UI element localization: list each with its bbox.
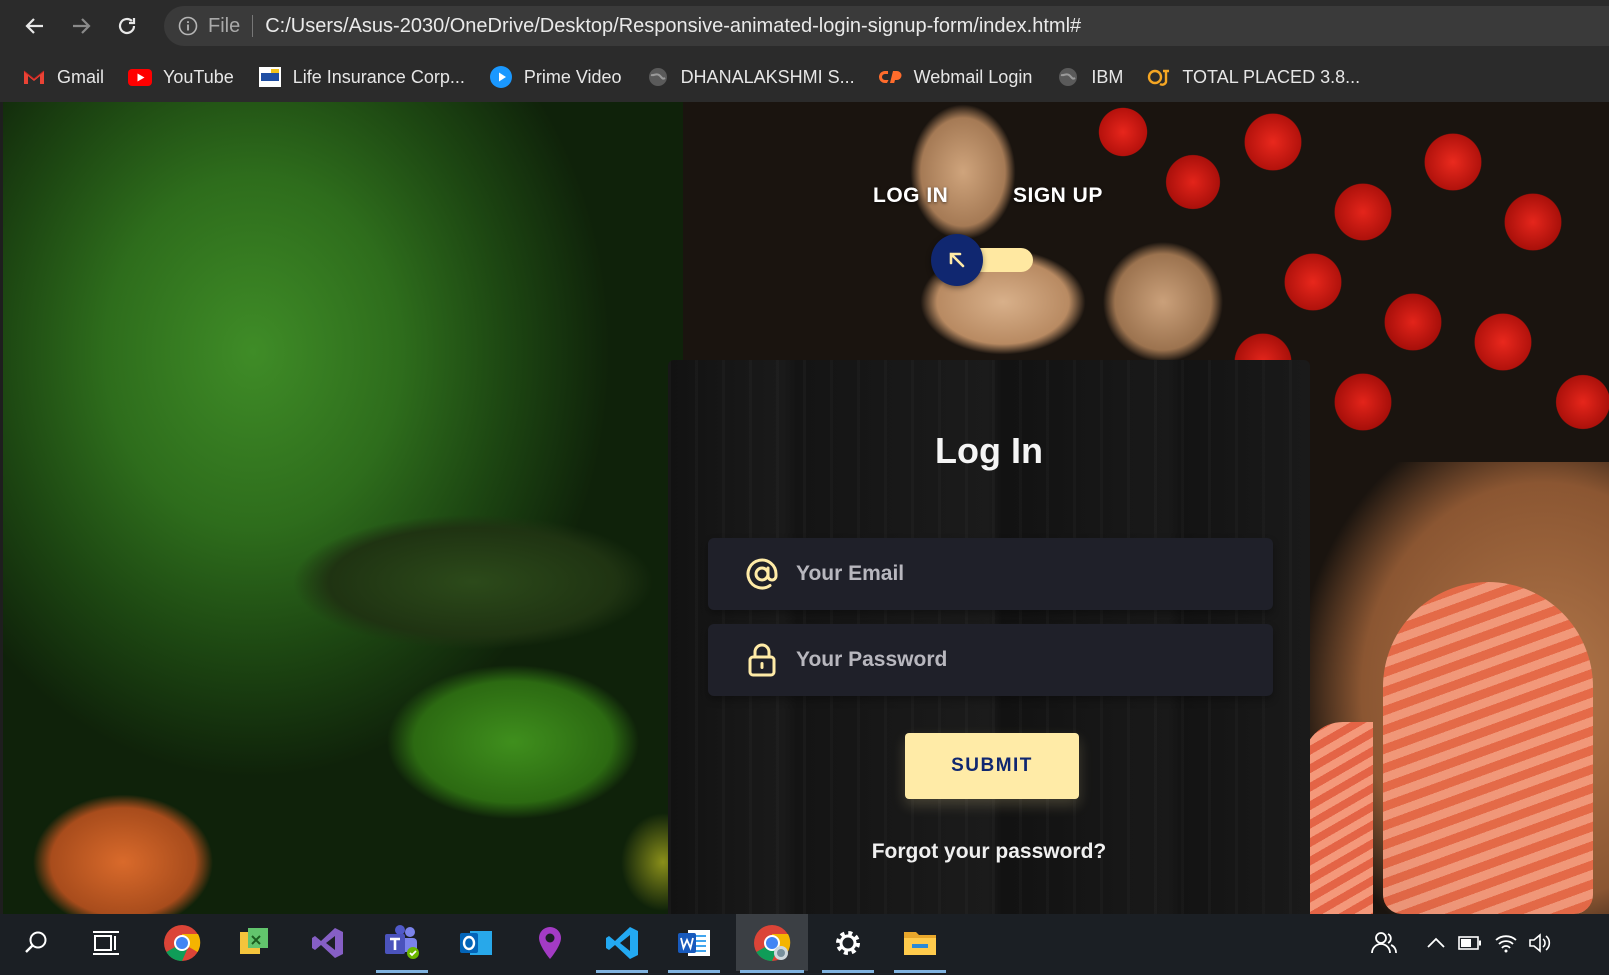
page-viewport: LOG IN SIGN UP Log In SUBMIT Forgot your… (3, 102, 1609, 914)
bookmark-label: YouTube (163, 66, 234, 87)
youtube-icon (128, 66, 153, 88)
bookmark-label: DHANALAKSHMI S... (680, 66, 855, 87)
file-explorer-icon (904, 931, 936, 955)
taskbar-vscode[interactable] (592, 914, 652, 973)
forgot-password-link[interactable]: Forgot your password? (668, 840, 1310, 864)
bookmark-label: Gmail (57, 66, 105, 87)
bookmark-total-placed[interactable]: TOTAL PLACED 3.8... (1147, 66, 1360, 88)
scheme-label: File (208, 14, 241, 37)
submit-button[interactable]: SUBMIT (905, 733, 1079, 799)
taskbar-word[interactable] (664, 914, 724, 973)
taskbar (0, 914, 1609, 975)
salmon-steak-background (1383, 582, 1593, 914)
globe-icon (646, 66, 670, 88)
tray-show-hidden[interactable] (1418, 914, 1454, 971)
arrow-up-left-icon (949, 252, 965, 268)
wifi-icon (1495, 934, 1517, 952)
bookmark-label: Prime Video (523, 66, 622, 87)
password-input[interactable] (794, 647, 1258, 673)
info-icon[interactable] (178, 16, 198, 36)
taskbar-maps[interactable] (520, 914, 580, 971)
prime-video-icon (489, 66, 513, 88)
email-field[interactable] (708, 538, 1273, 610)
arrow-right-icon (73, 18, 91, 34)
reload-icon (118, 17, 136, 35)
visual-studio-icon (312, 927, 343, 958)
vegetables-background (3, 102, 683, 914)
taskbar-task-view[interactable] (76, 914, 136, 971)
teams-icon (385, 924, 419, 959)
running-indicator (668, 970, 720, 973)
address-bar[interactable]: File C:/Users/Asus-2030/OneDrive/Desktop… (164, 6, 1609, 46)
email-input[interactable] (794, 561, 1258, 587)
settings-icon (836, 930, 860, 955)
taskbar-file-manager[interactable] (224, 914, 284, 971)
search-icon (25, 931, 47, 953)
tray-wifi[interactable] (1488, 914, 1524, 971)
taskbar-search[interactable] (6, 914, 66, 971)
faceprep-icon (1147, 66, 1171, 88)
bookmark-webmail[interactable]: Webmail Login (878, 66, 1033, 88)
salmon-slice-background (1303, 722, 1373, 914)
back-button[interactable] (12, 3, 58, 49)
arrow-left-icon (25, 18, 43, 34)
vscode-icon (606, 926, 638, 959)
password-field[interactable] (708, 624, 1273, 696)
taskbar-visual-studio[interactable] (298, 914, 358, 971)
lic-icon (258, 66, 282, 88)
form-title: Log In (935, 430, 1043, 471)
bookmark-youtube[interactable]: YouTube (128, 66, 234, 88)
cpanel-icon (878, 66, 903, 88)
bookmark-label: Webmail Login (913, 66, 1033, 87)
bookmark-label: TOTAL PLACED 3.8... (1182, 66, 1361, 87)
word-icon (678, 929, 710, 956)
taskbar-file-explorer[interactable] (890, 914, 950, 973)
taskbar-outlook[interactable] (446, 914, 506, 971)
taskbar-teams[interactable] (372, 914, 432, 973)
url-text[interactable]: C:/Users/Asus-2030/OneDrive/Desktop/Resp… (265, 15, 1081, 38)
outlook-icon (460, 930, 492, 955)
bookmark-label: IBM (1091, 66, 1124, 87)
taskbar-settings[interactable] (818, 914, 878, 973)
running-indicator (740, 970, 804, 973)
toggle-knob[interactable] (931, 234, 983, 286)
login-card: Log In SUBMIT Forgot your password? (668, 360, 1310, 914)
bookmark-ibm[interactable]: IBM (1056, 66, 1123, 88)
chevron-up-icon (1427, 937, 1445, 948)
tray-volume[interactable] (1522, 914, 1558, 971)
omnibox-divider (252, 15, 254, 37)
gmail-icon (22, 66, 46, 88)
bookmark-gmail[interactable]: Gmail (22, 66, 104, 88)
tray-people[interactable] (1366, 914, 1402, 971)
running-indicator (894, 970, 946, 973)
at-sign-icon (742, 554, 782, 594)
taskbar-chrome[interactable] (152, 914, 212, 971)
bookmark-prime-video[interactable]: Prime Video (489, 66, 622, 88)
task-view-icon (93, 930, 119, 955)
file-manager-icon (240, 927, 268, 954)
volume-icon (1529, 932, 1551, 953)
forward-button[interactable] (58, 3, 104, 49)
login-signup-toggle-labels: LOG IN SIGN UP (873, 184, 1113, 214)
running-indicator (596, 970, 648, 973)
globe-icon (1056, 66, 1080, 88)
reload-button[interactable] (104, 3, 150, 49)
browser-toolbar: File C:/Users/Asus-2030/OneDrive/Desktop… (0, 0, 1609, 52)
chrome-icon (164, 924, 201, 961)
bookmark-lic[interactable]: Life Insurance Corp... (258, 66, 465, 88)
maps-icon (539, 926, 561, 959)
toggle-login-label[interactable]: LOG IN (873, 184, 948, 208)
toggle-signup-label[interactable]: SIGN UP (1013, 184, 1103, 208)
bookmarks-bar: Gmail YouTube Life Insurance Corp... Pri… (0, 52, 1609, 102)
tray-battery[interactable] (1452, 914, 1488, 971)
lock-icon (742, 640, 782, 680)
bookmark-label: Life Insurance Corp... (292, 66, 465, 87)
battery-icon (1458, 935, 1481, 950)
taskbar-chrome-active[interactable] (736, 914, 808, 973)
chrome-canary-icon (754, 924, 791, 961)
running-indicator (822, 970, 874, 973)
bookmark-dhanalakshmi[interactable]: DHANALAKSHMI S... (646, 66, 855, 88)
running-indicator (376, 970, 428, 973)
people-icon (1371, 931, 1397, 953)
